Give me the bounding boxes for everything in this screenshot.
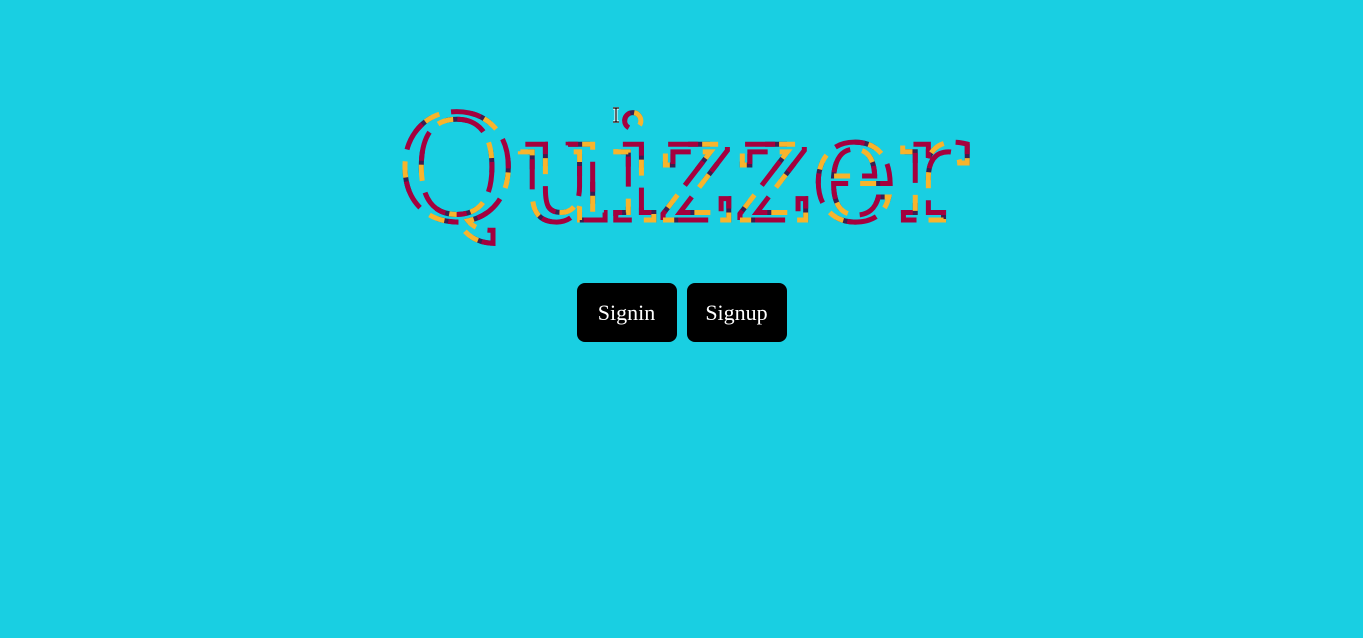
signup-button[interactable]: Signup xyxy=(686,283,787,342)
signin-button[interactable]: Signin xyxy=(576,283,677,342)
logo-stroke-yellow: Quizzer xyxy=(397,85,968,255)
text-cursor-icon xyxy=(613,107,619,123)
page: Quizzer Quizzer Quizzer Signin Signup xyxy=(0,0,1363,638)
auth-buttons: Signin Signup xyxy=(0,283,1363,342)
logo: Quizzer Quizzer Quizzer xyxy=(0,60,1363,280)
logo-title-graphic: Quizzer Quizzer Quizzer xyxy=(394,83,970,258)
